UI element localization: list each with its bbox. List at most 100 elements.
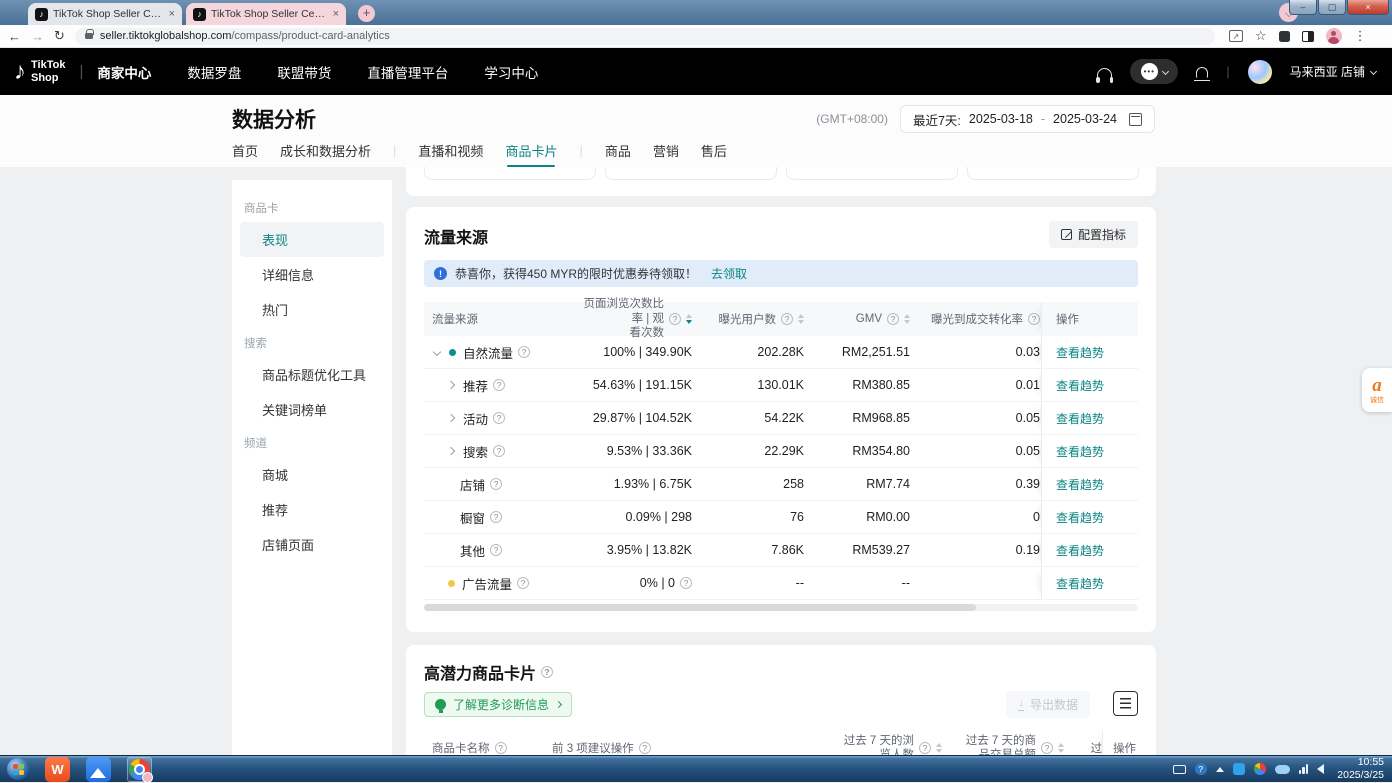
app-tray-icon[interactable] [1233, 763, 1245, 775]
tab-home[interactable]: 首页 [232, 141, 258, 160]
message-pill[interactable]: ••• [1130, 59, 1178, 84]
tab-live-video[interactable]: 直播和视频 [418, 141, 483, 160]
sidebar-item-details[interactable]: 详细信息 [240, 257, 384, 292]
nav-item-affiliate[interactable]: 联盟带货 [277, 62, 331, 82]
tiktok-shop-logo[interactable]: ♪ TikTokShop [14, 58, 65, 86]
chrome-taskbar-icon[interactable] [127, 757, 152, 782]
notification-bell-icon[interactable] [1196, 67, 1208, 78]
extensions-puzzle-icon[interactable] [1279, 31, 1290, 42]
help-icon[interactable]: ? [493, 412, 505, 424]
help-icon[interactable]: ? [669, 313, 681, 325]
header-conversion[interactable]: 曝光到成交转化率 ? [910, 311, 1041, 327]
sidebar-item-keyword-ranking[interactable]: 关键词榜单 [240, 392, 384, 427]
minimize-button[interactable]: – [1289, 0, 1317, 15]
horizontal-scrollbar[interactable] [424, 604, 1138, 611]
tab-products[interactable]: 商品 [605, 141, 631, 160]
help-icon[interactable]: ? [639, 742, 651, 754]
network-icon[interactable] [1299, 764, 1309, 774]
view-trend-link[interactable]: 查看趋势 [1056, 476, 1104, 493]
meeting-app-taskbar-icon[interactable] [86, 757, 111, 782]
volume-icon[interactable] [1317, 764, 1324, 774]
help-icon[interactable]: ? [493, 445, 505, 457]
help-icon[interactable]: ? [781, 313, 793, 325]
store-switcher[interactable]: 马来西亚 店铺 [1290, 63, 1376, 80]
sidebar-item-shop-page[interactable]: 店铺页面 [240, 527, 384, 562]
cloud-tray-icon[interactable] [1275, 765, 1290, 774]
store-avatar[interactable] [1248, 60, 1272, 84]
profile-avatar[interactable] [1326, 28, 1342, 44]
nav-item-seller-center[interactable]: 商家中心 [97, 62, 151, 82]
reload-button[interactable]: ↻ [54, 28, 65, 44]
browser-menu-icon[interactable]: ⋮ [1354, 28, 1367, 44]
nav-item-live-manager[interactable]: 直播管理平台 [367, 62, 448, 82]
header-gmv[interactable]: GMV ? [804, 313, 910, 325]
expand-chevron-icon[interactable] [447, 381, 455, 389]
close-window-button[interactable]: × [1347, 0, 1389, 15]
wps-taskbar-icon[interactable]: W [45, 757, 70, 782]
diagnosis-tip-pill[interactable]: 了解更多诊断信息 [424, 692, 572, 717]
sidebar-item-title-optimizer[interactable]: 商品标题优化工具 [240, 357, 384, 392]
view-trend-link[interactable]: 查看趋势 [1056, 509, 1104, 526]
address-bar[interactable]: seller.tiktokglobalshop.com/compass/prod… [75, 28, 1215, 45]
nav-item-data-compass[interactable]: 数据罗盘 [187, 62, 241, 82]
tab-marketing[interactable]: 营销 [653, 141, 679, 160]
view-trend-link[interactable]: 查看趋势 [1056, 542, 1104, 559]
configure-metrics-button[interactable]: 配置指标 [1049, 221, 1138, 248]
help-icon[interactable]: ? [541, 666, 553, 678]
sidebar-item-performance[interactable]: 表现 [240, 222, 384, 257]
bookmark-star-icon[interactable]: ☆ [1255, 28, 1267, 44]
sidebar-item-recommend[interactable]: 推荐 [240, 492, 384, 527]
expand-chevron-icon[interactable] [447, 414, 455, 422]
claim-coupon-link[interactable]: 去领取 [711, 265, 747, 282]
help-icon[interactable]: ? [1041, 742, 1053, 754]
headset-support-icon[interactable] [1097, 68, 1112, 79]
header-exposed-users[interactable]: 曝光用户数 ? [692, 311, 804, 327]
report-doc-button[interactable] [1113, 691, 1138, 716]
view-trend-link[interactable]: 查看趋势 [1056, 443, 1104, 460]
scrollbar-thumb[interactable] [424, 604, 976, 611]
help-icon[interactable]: ? [518, 346, 530, 358]
view-trend-link[interactable]: 查看趋势 [1056, 344, 1104, 361]
view-trend-link[interactable]: 查看趋势 [1056, 410, 1104, 427]
floating-service-badge[interactable]: a 诚信 [1362, 368, 1392, 412]
date-range-picker[interactable]: 最近7天: 2025-03-18 - 2025-03-24 [900, 105, 1155, 133]
sidebar-item-mall[interactable]: 商城 [240, 457, 384, 492]
share-icon[interactable]: ↗ [1229, 30, 1243, 42]
browser-tab-1[interactable]: ♪ TikTok Shop Seller Center | Cr × [28, 3, 182, 25]
back-button[interactable]: ← [8, 29, 21, 44]
side-panel-icon[interactable] [1302, 31, 1314, 42]
help-icon[interactable]: ? [1028, 313, 1040, 325]
view-trend-link[interactable]: 查看趋势 [1056, 575, 1104, 592]
tab-product-card[interactable]: 商品卡片 [505, 141, 557, 160]
tab-close-icon[interactable]: × [333, 8, 339, 20]
forward-button[interactable]: → [31, 29, 44, 44]
nav-item-academy[interactable]: 学习中心 [484, 62, 538, 82]
help-icon[interactable]: ? [517, 577, 529, 589]
help-tray-icon[interactable]: ? [1195, 763, 1207, 775]
help-icon[interactable]: ? [493, 379, 505, 391]
tab-growth-analytics[interactable]: 成长和数据分析 [280, 141, 371, 160]
help-icon[interactable]: ? [680, 577, 692, 589]
browser-tab-2[interactable]: ♪ TikTok Shop Seller Center | Cr × [186, 3, 346, 25]
help-icon[interactable]: ? [919, 742, 931, 754]
sidebar-item-trending[interactable]: 热门 [240, 292, 384, 327]
help-icon[interactable]: ? [490, 544, 502, 556]
export-data-button[interactable]: ↓ 导出数据 [1006, 691, 1090, 718]
tab-after-sale[interactable]: 售后 [701, 141, 727, 160]
help-icon[interactable]: ? [887, 313, 899, 325]
help-icon[interactable]: ? [490, 511, 502, 523]
tab-close-icon[interactable]: × [169, 8, 175, 20]
help-icon[interactable]: ? [490, 478, 502, 490]
chrome-tray-icon[interactable] [1254, 763, 1266, 775]
show-hidden-icons-caret[interactable] [1216, 767, 1224, 772]
taskbar-clock[interactable]: 10:55 2025/3/25 [1337, 756, 1384, 782]
header-pageviews[interactable]: 页面浏览次数比率 | 观看次数 ? [574, 297, 692, 340]
input-method-icon[interactable] [1173, 765, 1186, 774]
expand-chevron-icon[interactable] [447, 447, 455, 455]
view-trend-link[interactable]: 查看趋势 [1056, 377, 1104, 394]
expand-chevron-icon[interactable] [433, 348, 441, 356]
help-icon[interactable]: ? [495, 742, 507, 754]
new-tab-button[interactable]: + [358, 5, 375, 22]
start-button[interactable] [7, 758, 29, 780]
maximize-button[interactable]: ▢ [1318, 0, 1346, 15]
